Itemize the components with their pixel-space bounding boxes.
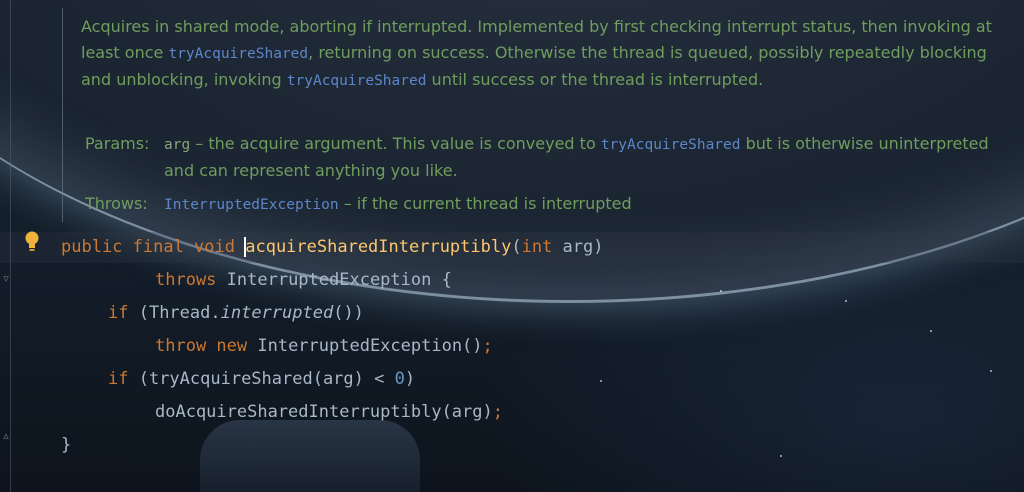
code-text: doAcquireSharedInterruptibly(arg) — [155, 402, 493, 422]
code-semicolon: ; — [482, 336, 493, 356]
background-star — [845, 300, 847, 302]
gutter-border — [10, 0, 11, 492]
background-star — [780, 455, 782, 457]
fold-marker-icon[interactable]: ▿ — [0, 273, 12, 285]
rendered-javadoc: Acquires in shared mode, aborting if int… — [81, 14, 1001, 94]
lightbulb-icon[interactable] — [22, 230, 42, 254]
code-keywords: if — [108, 369, 129, 389]
code-line-2[interactable]: throws InterruptedException { — [155, 265, 452, 298]
doc-link-tryacquireshared[interactable]: tryAcquireShared — [287, 73, 427, 89]
code-line-6[interactable]: doAcquireSharedInterruptibly(arg); — [155, 397, 503, 430]
code-line-4[interactable]: throw new InterruptedException(); — [155, 331, 493, 364]
code-text: ()) — [333, 303, 364, 323]
background-star — [930, 330, 932, 332]
doc-text: – the acquire argument. This value is co… — [190, 134, 601, 153]
code-text: ) — [404, 369, 416, 389]
doc-link-tryacquireshared[interactable]: tryAcquireShared — [168, 46, 308, 62]
code-keywords: throw new — [155, 336, 248, 356]
code-text: (tryAcquireShared(arg) < — [128, 369, 395, 389]
code-text: } — [61, 435, 72, 455]
code-italic-method: interrupted — [220, 303, 334, 323]
doc-throws-label: Throws: — [85, 194, 148, 213]
method-name[interactable]: acquireSharedInterruptibly — [245, 237, 511, 257]
code-text: arg) — [552, 237, 604, 257]
code-text: (Thread. — [128, 303, 221, 323]
code-number: 0 — [394, 369, 405, 389]
background-star — [720, 290, 722, 292]
background-star — [990, 370, 992, 372]
code-keywords: int — [521, 237, 553, 257]
doc-link-interruptedexception[interactable]: InterruptedException — [164, 197, 339, 213]
code-line-5[interactable]: if (tryAcquireShared(arg) < 0) — [108, 364, 415, 397]
code-text: InterruptedException() — [247, 336, 483, 356]
code-semicolon: ; — [492, 402, 504, 422]
code-line-3[interactable]: if (Thread.interrupted()) — [108, 298, 364, 331]
code-line-7[interactable]: } — [61, 430, 71, 463]
code-keywords: if — [108, 303, 129, 323]
code-text: ( — [511, 237, 522, 257]
doc-param-name: arg — [164, 137, 191, 153]
code-keywords: throws — [155, 270, 217, 290]
doc-throws-description: InterruptedException – if the current th… — [164, 191, 632, 218]
code-text: InterruptedException { — [216, 270, 452, 290]
doc-summary: Acquires in shared mode, aborting if int… — [81, 14, 1001, 94]
code-line-1[interactable]: public final void acquireSharedInterrupt… — [61, 232, 604, 265]
rendered-doc-bar — [62, 8, 63, 222]
code-keywords: public final void — [61, 237, 246, 257]
background-figure — [200, 420, 420, 492]
fold-marker-icon[interactable]: ▵ — [0, 430, 12, 442]
doc-text: – if the current thread is interrupted — [338, 194, 632, 213]
doc-throws-section: Throws: InterruptedException – if the cu… — [85, 191, 632, 217]
doc-text: until success or the thread is interrupt… — [426, 70, 764, 89]
doc-params-label: Params: — [85, 134, 150, 153]
background-star — [600, 380, 602, 382]
doc-param-description: arg – the acquire argument. This value i… — [164, 131, 1004, 184]
doc-link-tryacquireshared[interactable]: tryAcquireShared — [601, 137, 741, 153]
